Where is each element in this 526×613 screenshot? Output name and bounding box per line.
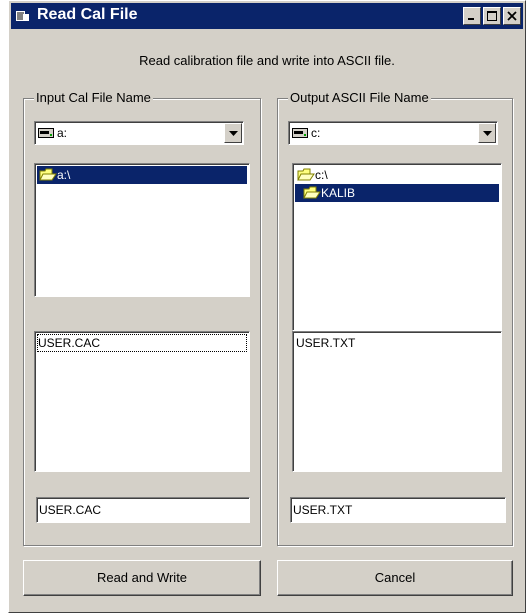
- input-file-label: USER.CAC: [38, 336, 101, 350]
- output-drive-combo[interactable]: c:: [288, 121, 498, 145]
- input-file-list[interactable]: USER.CAC: [34, 331, 250, 472]
- input-dir-label: a:\: [57, 168, 71, 182]
- input-group-legend: Input Cal File Name: [34, 90, 153, 105]
- output-filename-input[interactable]: [292, 499, 504, 521]
- input-dir-item-root[interactable]: a:\: [37, 166, 247, 184]
- output-ascii-file-group: Output ASCII File Name c: c:\ KALIB USER…: [277, 90, 513, 546]
- output-filename-field[interactable]: [290, 497, 506, 523]
- output-dir-label-kalib: KALIB: [321, 186, 356, 200]
- maximize-icon: [487, 11, 497, 21]
- output-file-list[interactable]: USER.TXT: [292, 331, 502, 472]
- window-title: Read Cal File: [37, 6, 138, 23]
- output-dir-item-root[interactable]: c:\: [295, 166, 499, 184]
- input-drive-dropdown-button[interactable]: [224, 123, 242, 143]
- read-and-write-button[interactable]: Read and Write: [23, 560, 261, 596]
- output-drive-dropdown-button[interactable]: [478, 123, 496, 143]
- input-drive-combo[interactable]: a:: [34, 121, 244, 145]
- title-bar[interactable]: Read Cal File: [11, 3, 523, 29]
- chevron-down-icon: [483, 131, 492, 136]
- open-folder-icon: [297, 168, 315, 181]
- close-icon: [507, 11, 517, 21]
- maximize-button[interactable]: [483, 7, 501, 25]
- minimize-button[interactable]: [463, 7, 481, 25]
- drive-icon: [38, 128, 54, 138]
- input-filename-field[interactable]: [36, 497, 250, 523]
- app-icon: [16, 11, 29, 21]
- minimize-icon: [468, 18, 474, 20]
- input-cal-file-group: Input Cal File Name a: a:\ USER.CAC USER…: [23, 90, 261, 546]
- instruction-text: Read calibration file and write into ASC…: [139, 53, 395, 68]
- input-file-item[interactable]: USER.CAC: [37, 334, 247, 352]
- drive-icon: [292, 128, 308, 138]
- output-directory-list[interactable]: c:\ KALIB: [292, 163, 502, 331]
- output-file-label: USER.TXT: [296, 336, 356, 350]
- close-button[interactable]: [503, 7, 521, 25]
- input-filename-input[interactable]: [38, 499, 248, 521]
- output-dir-item-kalib[interactable]: KALIB: [295, 184, 499, 202]
- cancel-button[interactable]: Cancel: [277, 560, 513, 596]
- output-drive-value: c:: [311, 126, 321, 140]
- open-folder-icon: [39, 168, 57, 181]
- input-drive-value: a:: [57, 126, 68, 140]
- chevron-down-icon: [229, 131, 238, 136]
- input-directory-list[interactable]: a:\: [34, 163, 250, 297]
- output-file-item[interactable]: USER.TXT: [295, 334, 499, 352]
- read-cal-file-window: Read Cal File Read calibration file and …: [8, 0, 526, 613]
- open-folder-icon: [303, 186, 321, 199]
- output-group-legend: Output ASCII File Name: [288, 90, 431, 105]
- output-dir-label-root: c:\: [315, 168, 328, 182]
